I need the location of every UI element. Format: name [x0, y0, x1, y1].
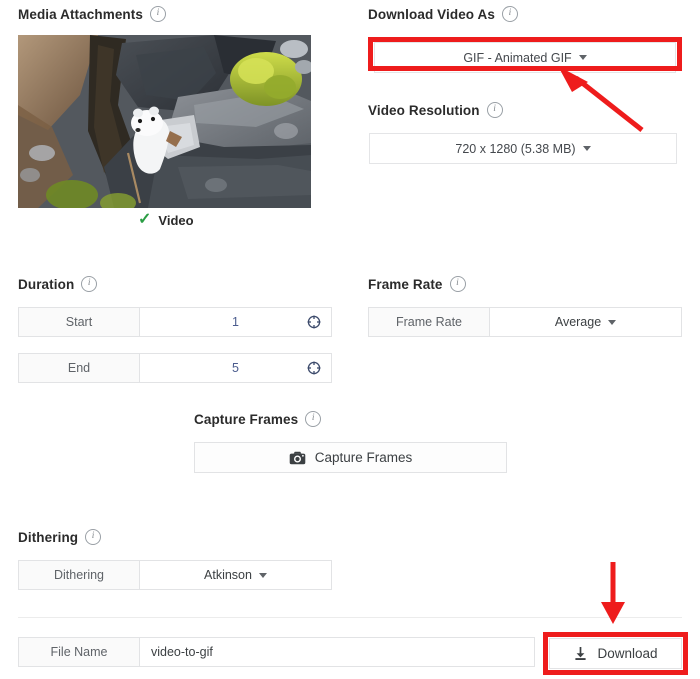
- duration-start-field[interactable]: 1: [140, 308, 331, 336]
- chevron-down-icon: [578, 55, 587, 60]
- annotation-arrow-format: [558, 66, 644, 132]
- crosshair-icon[interactable]: [307, 315, 321, 329]
- info-icon[interactable]: i: [305, 411, 322, 427]
- duration-start-row[interactable]: Start 1: [18, 307, 332, 337]
- frame-rate-heading: Frame Rate i: [368, 276, 466, 292]
- capture-frames-button[interactable]: Capture Frames: [194, 442, 507, 473]
- capture-frames-label: Capture Frames: [194, 411, 299, 427]
- info-icon[interactable]: i: [486, 102, 503, 118]
- annotation-arrow-download: [601, 562, 625, 624]
- info-icon[interactable]: i: [449, 276, 466, 292]
- capture-frames-heading: Capture Frames i: [194, 411, 322, 427]
- frame-rate-label: Frame Rate: [368, 276, 443, 292]
- chevron-down-icon: [608, 319, 617, 325]
- dithering-row-label: Dithering: [19, 561, 140, 589]
- dithering-label: Dithering: [18, 529, 79, 545]
- video-badge-label: Video: [158, 212, 194, 228]
- frame-rate-row[interactable]: Frame Rate Average: [368, 307, 682, 337]
- chevron-down-icon: [258, 572, 267, 578]
- capture-frames-button-label: Capture Frames: [314, 450, 413, 465]
- download-button-label: Download: [597, 646, 658, 661]
- dithering-row[interactable]: Dithering Atkinson: [18, 560, 332, 590]
- footer-divider: [18, 617, 682, 618]
- info-icon[interactable]: i: [501, 6, 518, 22]
- file-name-value: video-to-gif: [151, 645, 213, 659]
- dithering-select[interactable]: Atkinson: [140, 561, 331, 589]
- video-resolution-heading: Video Resolution i: [368, 102, 503, 118]
- file-name-input[interactable]: video-to-gif: [140, 638, 534, 666]
- download-video-as-heading: Download Video As i: [368, 6, 518, 22]
- file-name-row[interactable]: File Name video-to-gif: [18, 637, 535, 667]
- duration-end-value: 5: [232, 361, 239, 375]
- chevron-down-icon: [582, 146, 591, 151]
- info-icon[interactable]: i: [149, 6, 166, 22]
- duration-heading: Duration i: [18, 276, 98, 292]
- camera-icon: [289, 451, 306, 465]
- duration-start-value: 1: [232, 315, 239, 329]
- dithering-value: Atkinson: [204, 568, 252, 582]
- media-thumbnail[interactable]: [18, 35, 311, 208]
- duration-start-label: Start: [19, 308, 140, 336]
- thumbnail-image: [18, 35, 311, 208]
- dithering-heading: Dithering i: [18, 529, 102, 545]
- download-icon: [573, 646, 588, 661]
- duration-end-field[interactable]: 5: [140, 354, 331, 382]
- info-icon[interactable]: i: [85, 529, 102, 545]
- video-resolution-value: 720 x 1280 (5.38 MB): [455, 141, 576, 156]
- media-attachments-heading: Media Attachments i: [18, 6, 166, 22]
- video-badge: ✓ Video: [138, 212, 194, 228]
- download-video-as-label: Download Video As: [368, 6, 495, 22]
- crosshair-icon[interactable]: [307, 361, 321, 375]
- info-icon[interactable]: i: [81, 276, 98, 292]
- frame-rate-value: Average: [554, 315, 602, 329]
- check-icon: ✓: [138, 211, 152, 228]
- video-resolution-select[interactable]: 720 x 1280 (5.38 MB): [369, 133, 677, 164]
- file-name-label: File Name: [19, 638, 140, 666]
- frame-rate-row-label: Frame Rate: [369, 308, 490, 336]
- frame-rate-select[interactable]: Average: [490, 308, 681, 336]
- duration-end-row[interactable]: End 5: [18, 353, 332, 383]
- video-resolution-label: Video Resolution: [368, 102, 480, 118]
- duration-label: Duration: [18, 276, 75, 292]
- download-button[interactable]: Download: [549, 638, 682, 669]
- duration-end-label: End: [19, 354, 140, 382]
- media-attachments-label: Media Attachments: [18, 6, 143, 22]
